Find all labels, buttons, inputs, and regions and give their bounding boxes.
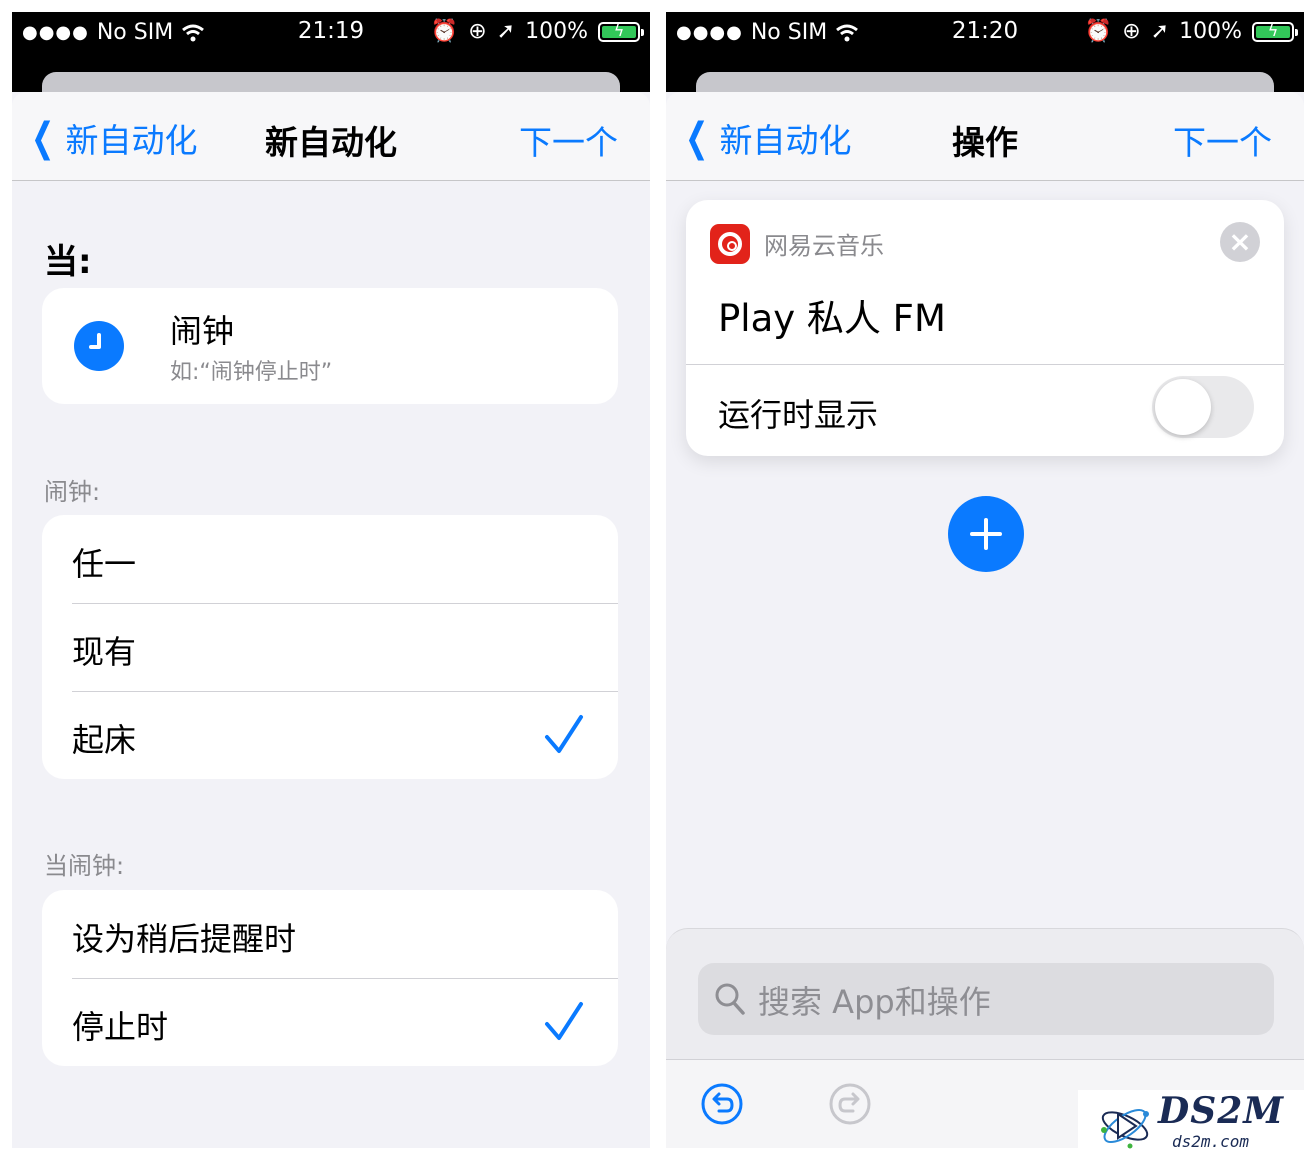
list-item[interactable]: 起床 <box>42 691 618 779</box>
watermark-domain: ds2m.com <box>1172 1132 1250 1151</box>
search-placeholder: 搜索 App和操作 <box>758 983 991 1021</box>
option-label: 起床 <box>72 721 137 759</box>
location-icon: ➚ <box>496 19 516 44</box>
trigger-subtitle: 如:“闹钟停止时” <box>170 360 333 385</box>
rotation-lock-icon: ⊕ <box>1122 19 1141 44</box>
when-alarm-section-label: 当闹钟: <box>44 852 125 880</box>
checkmark-icon <box>545 715 583 753</box>
rotation-lock-icon: ⊕ <box>468 19 487 44</box>
left-screen: ●●●● No SIM 21:19 ⏰ ⊕ ➚ 100% ϟ ❮ 新自动化 新自… <box>12 12 650 1148</box>
navigation-bar: ❮ 新自动化 新自动化 下一个 <box>12 92 650 181</box>
battery-icon: ϟ <box>1252 21 1298 42</box>
option-label: 任一 <box>72 545 137 583</box>
show-when-run-label: 运行时显示 <box>718 396 879 434</box>
action-card[interactable]: 网易云音乐 × Play 私人 FM 运行时显示 <box>686 200 1284 456</box>
search-icon <box>715 983 745 1015</box>
option-label: 设为稍后提醒时 <box>72 920 297 958</box>
next-button[interactable]: 下一个 <box>1173 116 1272 164</box>
show-when-run-toggle[interactable] <box>1152 376 1254 438</box>
clock-icon <box>74 321 124 371</box>
list-item[interactable]: 停止时 <box>42 978 618 1066</box>
navigation-bar: ❮ 新自动化 操作 下一个 <box>666 92 1304 181</box>
option-label: 停止时 <box>72 1008 169 1046</box>
battery-icon: ϟ <box>598 21 644 42</box>
sheet: ❮ 新自动化 新自动化 下一个 当: 闹钟 如:“闹钟停止时” 闹钟: 任一 现… <box>12 92 650 1148</box>
alarm-options-list: 任一 现有 起床 <box>42 515 618 779</box>
when-heading: 当: <box>44 242 92 282</box>
checkmark-icon <box>545 1002 583 1040</box>
watermark-brand: DS2M <box>1158 1090 1285 1132</box>
sheet: ❮ 新自动化 操作 下一个 网易云音乐 × Play 私人 FM 运行时显示 搜… <box>666 92 1304 1148</box>
battery-percent: 100% <box>1179 19 1242 44</box>
search-input[interactable]: 搜索 App和操作 <box>698 963 1274 1035</box>
alarm-status-icon: ⏰ <box>430 19 459 44</box>
toggle-knob <box>1155 379 1211 435</box>
list-item[interactable]: 设为稍后提醒时 <box>42 890 618 978</box>
battery-percent: 100% <box>525 19 588 44</box>
close-icon[interactable]: × <box>1220 222 1260 262</box>
atom-logo-icon <box>1101 1108 1149 1149</box>
list-item[interactable]: 现有 <box>42 603 618 691</box>
action-title: Play 私人 FM <box>718 297 946 340</box>
next-button[interactable]: 下一个 <box>519 116 618 164</box>
alarm-status-icon: ⏰ <box>1084 19 1113 44</box>
right-screen: ●●●● No SIM 21:20 ⏰ ⊕ ➚ 100% ϟ ❮ 新自动化 操作… <box>666 12 1304 1148</box>
app-name: 网易云音乐 <box>764 232 884 260</box>
trigger-card[interactable]: 闹钟 如:“闹钟停止时” <box>42 288 618 404</box>
redo-icon[interactable] <box>828 1082 872 1126</box>
list-item[interactable]: 任一 <box>42 515 618 603</box>
divider <box>686 364 1284 365</box>
when-alarm-options-list: 设为稍后提醒时 停止时 <box>42 890 618 1066</box>
trigger-title: 闹钟 <box>170 312 235 350</box>
alarm-section-label: 闹钟: <box>44 478 101 506</box>
watermark: DS2M ds2m.com <box>1078 1090 1316 1160</box>
location-icon: ➚ <box>1150 19 1170 44</box>
option-label: 现有 <box>72 633 137 671</box>
add-action-button[interactable] <box>948 496 1024 572</box>
netease-music-icon <box>710 224 750 264</box>
undo-icon[interactable] <box>700 1082 744 1126</box>
